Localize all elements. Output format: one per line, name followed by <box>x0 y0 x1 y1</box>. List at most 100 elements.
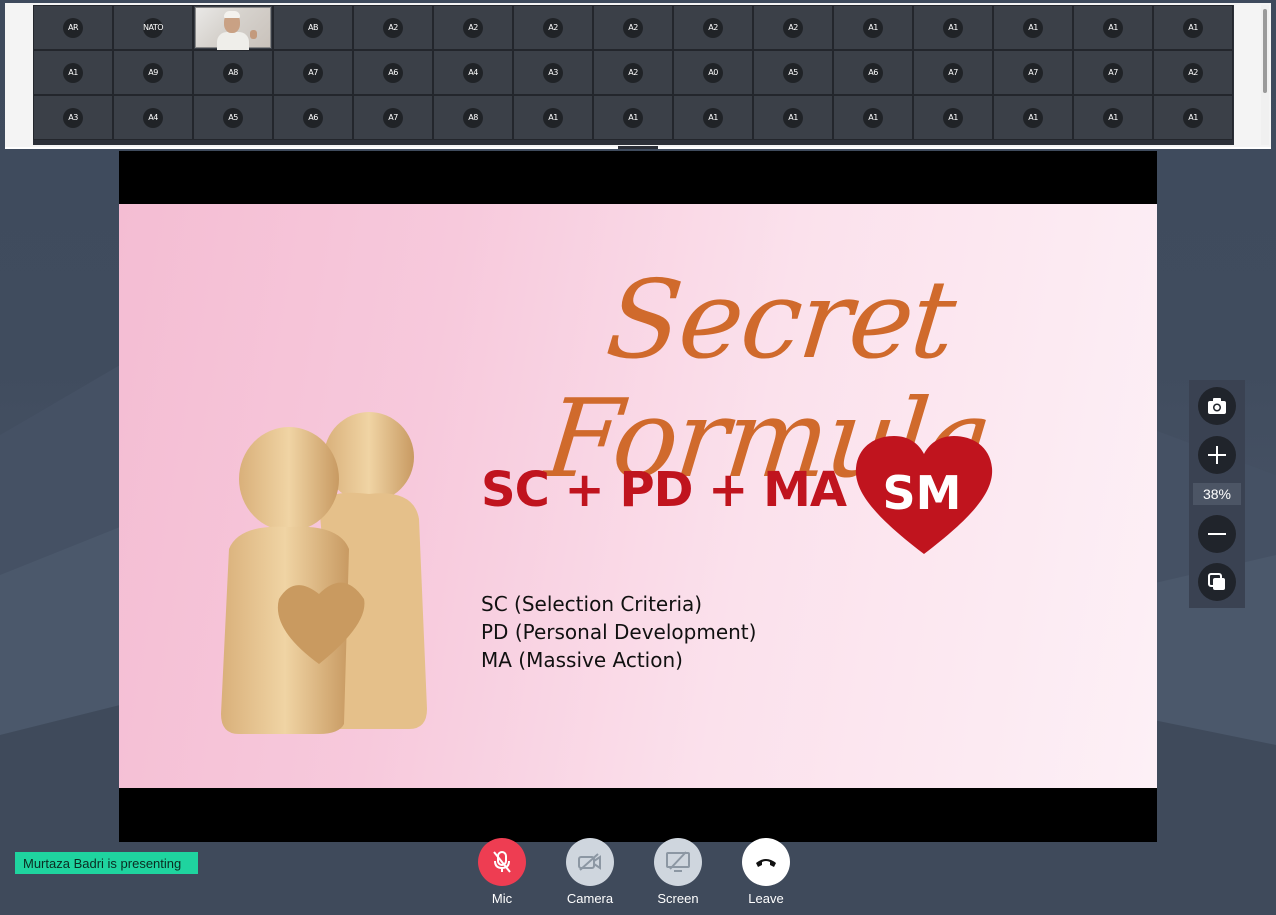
participant-tile[interactable]: A7 <box>993 50 1073 95</box>
participant-tile[interactable]: A1 <box>1073 5 1153 50</box>
participant-avatar: A7 <box>1103 62 1123 83</box>
participant-avatar: NATO <box>143 17 164 38</box>
participant-tile[interactable]: A2 <box>593 5 673 50</box>
participant-avatar: A1 <box>863 17 883 38</box>
participant-tile[interactable]: A1 <box>1073 95 1153 140</box>
participant-tile[interactable]: A1 <box>1153 5 1233 50</box>
participant-tile[interactable]: A1 <box>913 5 993 50</box>
participant-tile[interactable]: A7 <box>273 50 353 95</box>
participant-avatar: A2 <box>463 17 483 38</box>
participant-tile[interactable]: A1 <box>1153 95 1233 140</box>
participant-tile[interactable]: A1 <box>833 5 913 50</box>
leave-control[interactable]: Leave <box>736 838 796 906</box>
participant-tile[interactable]: A3 <box>33 95 113 140</box>
screen-control[interactable]: Screen <box>648 838 708 906</box>
zoom-in-button[interactable] <box>1198 436 1236 474</box>
participant-tile[interactable]: A6 <box>353 50 433 95</box>
participant-tile[interactable]: A2 <box>1153 50 1233 95</box>
participant-tile[interactable]: A2 <box>433 5 513 50</box>
participant-tile[interactable]: A8 <box>193 50 273 95</box>
phone-hangup-icon <box>756 859 776 867</box>
participant-tile[interactable]: A1 <box>993 5 1073 50</box>
participant-tile[interactable]: A1 <box>833 95 913 140</box>
screen-button[interactable] <box>654 838 702 886</box>
participant-avatar: A5 <box>783 62 803 83</box>
minus-icon <box>1208 533 1226 535</box>
participant-tile[interactable]: A7 <box>913 50 993 95</box>
snapshot-button[interactable] <box>1198 387 1236 425</box>
participant-avatar: A8 <box>463 107 483 128</box>
plus-icon <box>1208 446 1226 464</box>
participant-tile[interactable]: A8 <box>433 95 513 140</box>
participant-avatar: A2 <box>783 17 803 38</box>
participant-avatar: A1 <box>943 107 963 128</box>
mic-button[interactable] <box>478 838 526 886</box>
participant-avatar: A1 <box>783 107 803 128</box>
formula-result: SM <box>882 466 962 520</box>
person-body <box>217 32 249 50</box>
participant-video <box>195 7 271 50</box>
participant-avatar: A1 <box>1103 107 1123 128</box>
participant-avatar: AR <box>63 17 83 38</box>
participant-tile[interactable]: A1 <box>993 95 1073 140</box>
copy-icon <box>1208 573 1225 590</box>
participant-tile[interactable]: A1 <box>913 95 993 140</box>
scrollbar-thumb[interactable] <box>1263 9 1267 93</box>
participant-tile[interactable]: A2 <box>353 5 433 50</box>
participant-avatar: A6 <box>383 62 403 83</box>
participant-tile[interactable]: A5 <box>753 50 833 95</box>
participant-scrollbar[interactable] <box>1261 5 1269 145</box>
participant-avatar: A5 <box>223 107 243 128</box>
zoom-level: 38% <box>1193 483 1241 505</box>
participant-tile[interactable]: AB <box>273 5 353 50</box>
participant-tile[interactable]: A1 <box>33 50 113 95</box>
screen-share-off-icon <box>666 851 690 872</box>
participant-avatar: A2 <box>1183 62 1203 83</box>
participant-tile[interactable]: A6 <box>273 95 353 140</box>
participant-avatar: A6 <box>303 107 323 128</box>
participant-tile[interactable]: A1 <box>593 95 673 140</box>
formula-terms: SC + PD + MA <box>481 462 847 518</box>
participant-tile[interactable]: A0 <box>673 50 753 95</box>
participant-tile[interactable]: A6 <box>833 50 913 95</box>
participant-tile[interactable]: A1 <box>673 95 753 140</box>
participant-avatar: A7 <box>303 62 323 83</box>
camera-button[interactable] <box>566 838 614 886</box>
participant-video-tile[interactable] <box>193 5 273 50</box>
participant-avatar: A6 <box>863 62 883 83</box>
mic-control[interactable]: Mic <box>472 838 532 906</box>
resize-handle[interactable] <box>618 146 658 149</box>
participant-tile[interactable]: A2 <box>593 50 673 95</box>
camera-label: Camera <box>566 891 614 906</box>
participant-tile[interactable]: A2 <box>673 5 753 50</box>
zoom-out-button[interactable] <box>1198 515 1236 553</box>
participant-tile[interactable]: A1 <box>513 95 593 140</box>
participant-tile[interactable]: A9 <box>113 50 193 95</box>
participant-tile[interactable]: A7 <box>353 95 433 140</box>
participant-avatar: A9 <box>143 62 163 83</box>
participant-tile[interactable]: A2 <box>753 5 833 50</box>
participant-avatar: A1 <box>863 107 883 128</box>
person-cap <box>224 11 240 18</box>
mic-label: Mic <box>491 891 513 906</box>
participant-avatar: A2 <box>543 17 563 38</box>
participant-tile[interactable]: A3 <box>513 50 593 95</box>
camera-control[interactable]: Camera <box>560 838 620 906</box>
participant-avatar: A4 <box>463 62 483 83</box>
participant-tile[interactable]: A4 <box>433 50 513 95</box>
participant-tile[interactable]: A7 <box>1073 50 1153 95</box>
presentation-slide: Secret Formula SC + PD + MA = SM SC (Sel… <box>119 204 1157 788</box>
participant-avatar: A1 <box>63 62 83 83</box>
participant-tile[interactable]: A5 <box>193 95 273 140</box>
participant-avatar: A1 <box>943 17 963 38</box>
participant-tile[interactable]: A2 <box>513 5 593 50</box>
participant-tile[interactable]: A1 <box>753 95 833 140</box>
participant-tile[interactable]: NATO <box>113 5 193 50</box>
participant-tile[interactable]: AR <box>33 5 113 50</box>
leave-button[interactable] <box>742 838 790 886</box>
participant-grid: AR NATO AB A2 A2 A2 A2 A2 A2 A1 A1 A1 A1 A1 A1 A9 A8 A7 A6… <box>33 5 1234 145</box>
fit-screen-button[interactable] <box>1198 563 1236 601</box>
participant-avatar: A3 <box>543 62 563 83</box>
participant-tile[interactable]: A4 <box>113 95 193 140</box>
mic-off-icon <box>493 851 511 873</box>
